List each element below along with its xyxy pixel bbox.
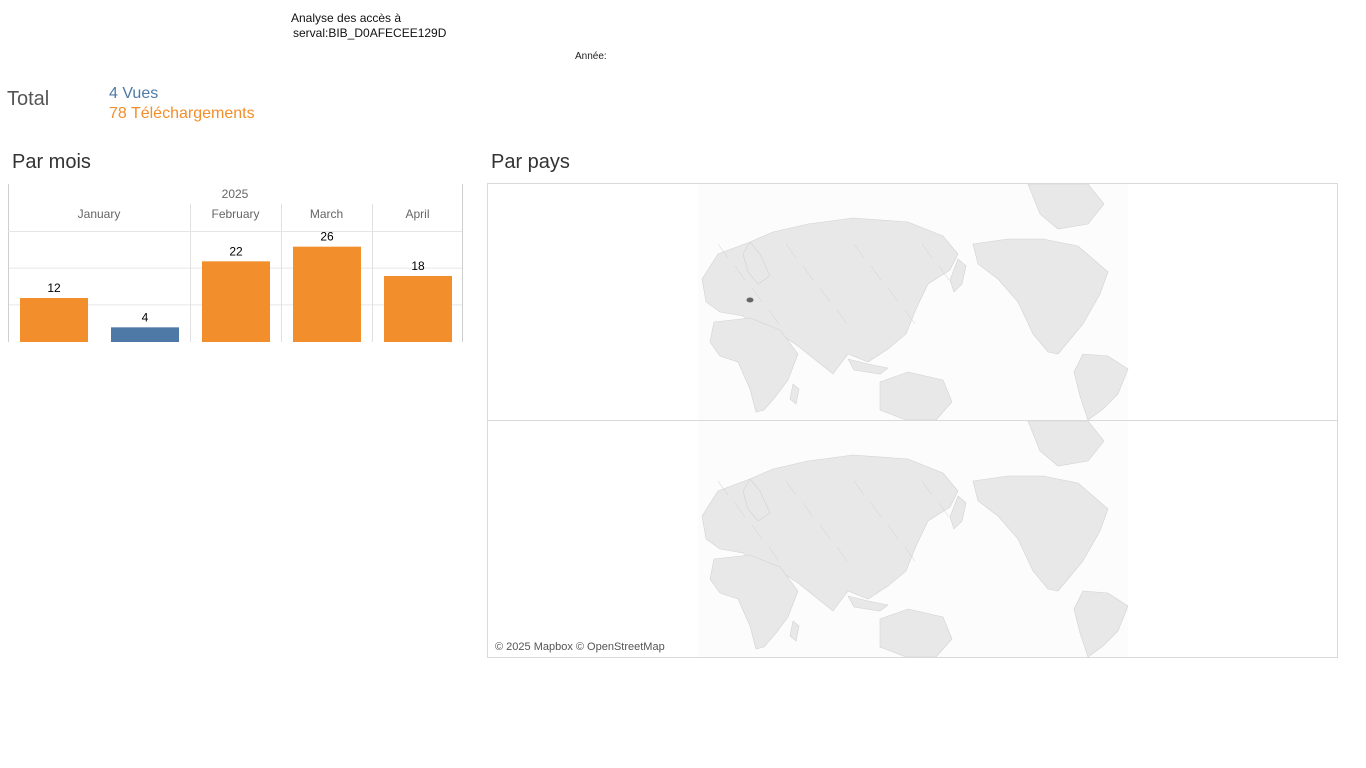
month-header: February	[211, 207, 259, 221]
bar-value-label: 4	[142, 310, 149, 324]
bar-january-views	[111, 327, 179, 342]
monthly-bar-chart[interactable]: 2025 January February March April 12 4 22 26 18	[0, 180, 470, 350]
bar-value-label: 26	[320, 230, 334, 244]
page-title: Analyse des accès à serval:BIB_D0AFECEE1…	[291, 11, 446, 41]
bar-january-downloads	[20, 298, 88, 342]
by-month-heading: Par mois	[12, 151, 91, 173]
total-label: Total	[7, 88, 50, 110]
page-title-line2: serval:BIB_D0AFECEE129D	[293, 26, 447, 40]
bar-value-label: 18	[411, 259, 425, 273]
downloads-total: 78 Téléchargements	[109, 105, 255, 122]
month-header: January	[78, 207, 121, 221]
country-map[interactable]	[487, 183, 1338, 658]
month-header: March	[310, 207, 343, 221]
bar-february-downloads	[202, 261, 270, 342]
page-title-line1: Analyse des accès à	[291, 11, 402, 25]
year-filter-label[interactable]: Année:	[575, 51, 607, 62]
bar-value-label: 12	[47, 281, 61, 295]
bar-march-downloads	[293, 246, 361, 342]
month-header: April	[405, 207, 429, 221]
bar-value-label: 22	[229, 244, 243, 258]
year-header: 2025	[222, 187, 249, 201]
by-country-heading: Par pays	[491, 151, 570, 173]
country-map-views[interactable]	[488, 184, 1337, 421]
highlighted-country	[746, 297, 754, 303]
bar-april-downloads	[384, 276, 452, 342]
country-map-downloads[interactable]	[488, 421, 1337, 657]
views-total: 4 Vues	[109, 85, 159, 102]
map-attribution: © 2025 Mapbox © OpenStreetMap	[495, 641, 665, 653]
